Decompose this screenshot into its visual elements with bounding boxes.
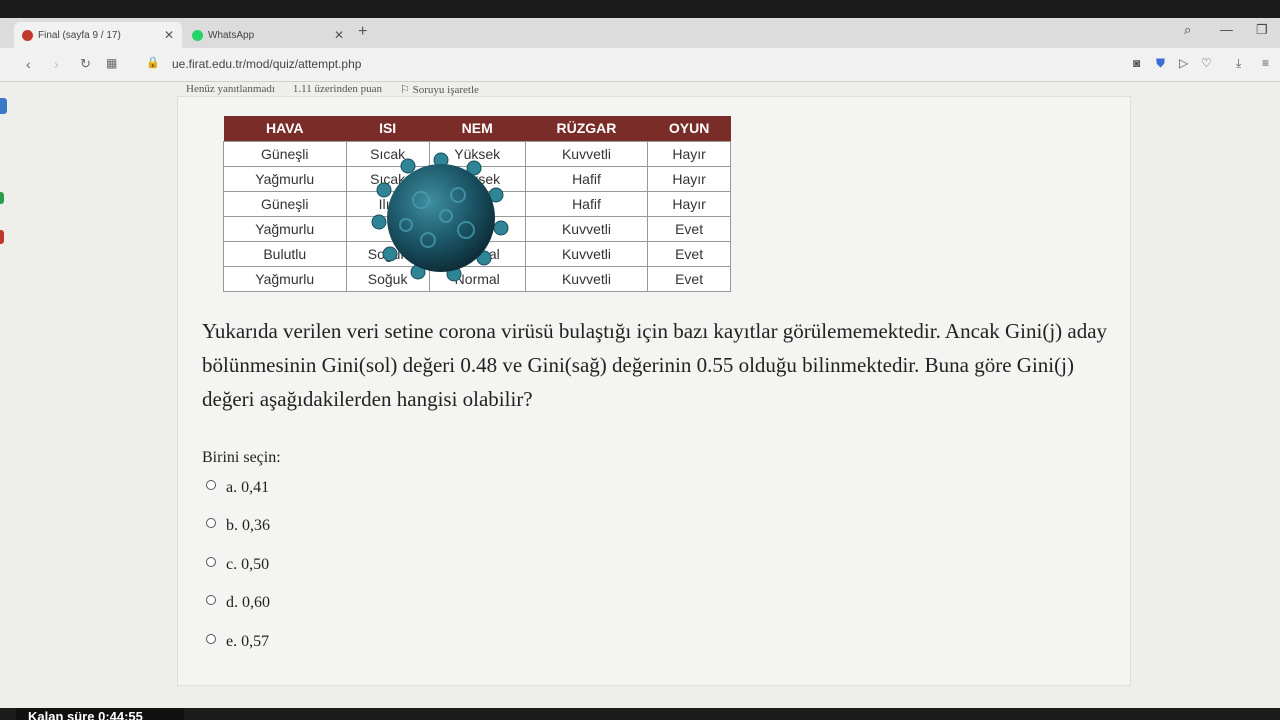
column-header: HAVA (223, 116, 346, 141)
answer-option-d[interactable]: d. 0,60 (206, 594, 270, 612)
table-cell: Yağmurlu (223, 215, 347, 242)
option-label: b. 0,36 (226, 517, 270, 534)
tab-bar: Final (sayfa 9 / 17) ✕ WhatsApp ✕ + ⌕ — … (0, 18, 1280, 48)
menu-icon[interactable]: ≡ (1262, 56, 1269, 70)
radio-button[interactable] (206, 595, 216, 605)
flag-icon: ⚐ (399, 84, 413, 96)
radio-button[interactable] (206, 557, 216, 567)
column-header: RÜZGAR (525, 116, 648, 141)
option-label: d. 0,60 (226, 594, 270, 611)
answer-option-c[interactable]: c. 0,50 (206, 556, 269, 574)
coronavirus-image (371, 152, 509, 282)
reload-icon[interactable]: ↻ (80, 56, 91, 72)
download-icon[interactable]: ⤓ (1236, 56, 1241, 71)
table-cell: Hayır (647, 190, 731, 217)
url-field[interactable]: ue.firat.edu.tr/mod/quiz/attempt.php (172, 57, 361, 71)
camera-icon[interactable]: ◙ (1133, 56, 1140, 70)
table-cell: Hafif (524, 190, 649, 217)
table-cell: Hayır (647, 165, 731, 192)
table-cell: Yağmurlu (223, 165, 347, 192)
table-cell: Güneşli (223, 190, 347, 217)
question-status: Henüz yanıtlanmadı (186, 83, 275, 95)
search-icon[interactable]: ⌕ (1184, 22, 1191, 38)
question-points: 1.11 üzerinden puan (292, 83, 382, 95)
moodle-favicon-icon (22, 29, 33, 41)
tab-title: Final (sayfa 9 / 17) (38, 29, 121, 41)
minimize-icon[interactable]: — (1220, 22, 1233, 37)
table-cell: Kuvvetli (524, 215, 649, 242)
send-icon[interactable]: ▷ (1179, 56, 1188, 70)
new-tab-button[interactable]: + (358, 23, 367, 41)
table-cell: Evet (647, 240, 731, 267)
lock-icon: 🔒 (146, 57, 160, 69)
table-cell: Hayır (647, 140, 731, 167)
tab-title: WhatsApp (208, 29, 255, 41)
answer-option-e[interactable]: e. 0,57 (206, 633, 269, 651)
radio-button[interactable] (206, 480, 216, 490)
column-header: ISI (346, 116, 430, 141)
table-cell: Bulutlu (223, 240, 347, 267)
close-tab-icon[interactable]: ✕ (164, 28, 174, 42)
table-cell: Evet (647, 265, 731, 292)
table-cell: Kuvvetli (524, 265, 649, 292)
column-header: OYUN (647, 116, 731, 141)
address-bar: ‹ › ↻ ▦ 🔒 ue.firat.edu.tr/mod/quiz/attem… (0, 48, 1280, 82)
close-tab-icon[interactable]: ✕ (334, 28, 344, 42)
answer-prompt: Birini seçin: (202, 449, 281, 466)
option-label: e. 0,57 (226, 633, 270, 650)
table-cell: Güneşli (223, 140, 347, 167)
radio-button[interactable] (206, 518, 216, 528)
back-icon[interactable]: ‹ (26, 56, 31, 72)
option-label: c. 0,50 (226, 556, 270, 573)
time-remaining: Kalan süre 0:44:55 (16, 708, 184, 720)
answer-option-b[interactable]: b. 0,36 (206, 517, 270, 535)
flag-question-link[interactable]: ⚐ Soruyu işaretle (400, 83, 479, 96)
restore-icon[interactable]: ❐ (1256, 22, 1268, 38)
heart-icon[interactable]: ♡ (1201, 56, 1212, 70)
question-info: Henüz yanıtlanmadı 1.11 üzerinden puan ⚐… (186, 83, 479, 96)
table-cell: Yağmurlu (223, 265, 347, 292)
forward-icon[interactable]: › (54, 56, 59, 72)
tab-final[interactable]: Final (sayfa 9 / 17) ✕ (14, 22, 182, 48)
question-text: Yukarıda verilen veri setine corona virü… (202, 319, 1108, 411)
radio-button[interactable] (206, 634, 216, 644)
option-label: a. 0,41 (226, 479, 270, 496)
column-header: NEM (429, 116, 526, 141)
table-cell: Hafif (524, 165, 649, 192)
answer-option-a[interactable]: a. 0,41 (206, 479, 269, 497)
tab-whatsapp[interactable]: WhatsApp ✕ (184, 22, 352, 48)
table-header-row: HAVA ISI NEM RÜZGAR OYUN (223, 116, 731, 141)
table-cell: Kuvvetli (524, 240, 649, 267)
table-cell: Kuvvetli (524, 140, 649, 167)
grid-icon[interactable]: ▦ (106, 56, 117, 70)
whatsapp-favicon-icon (192, 29, 203, 41)
table-cell: Evet (647, 215, 731, 242)
sidebar-edge (0, 82, 8, 302)
shield-icon[interactable]: ⛊ (1156, 56, 1165, 71)
